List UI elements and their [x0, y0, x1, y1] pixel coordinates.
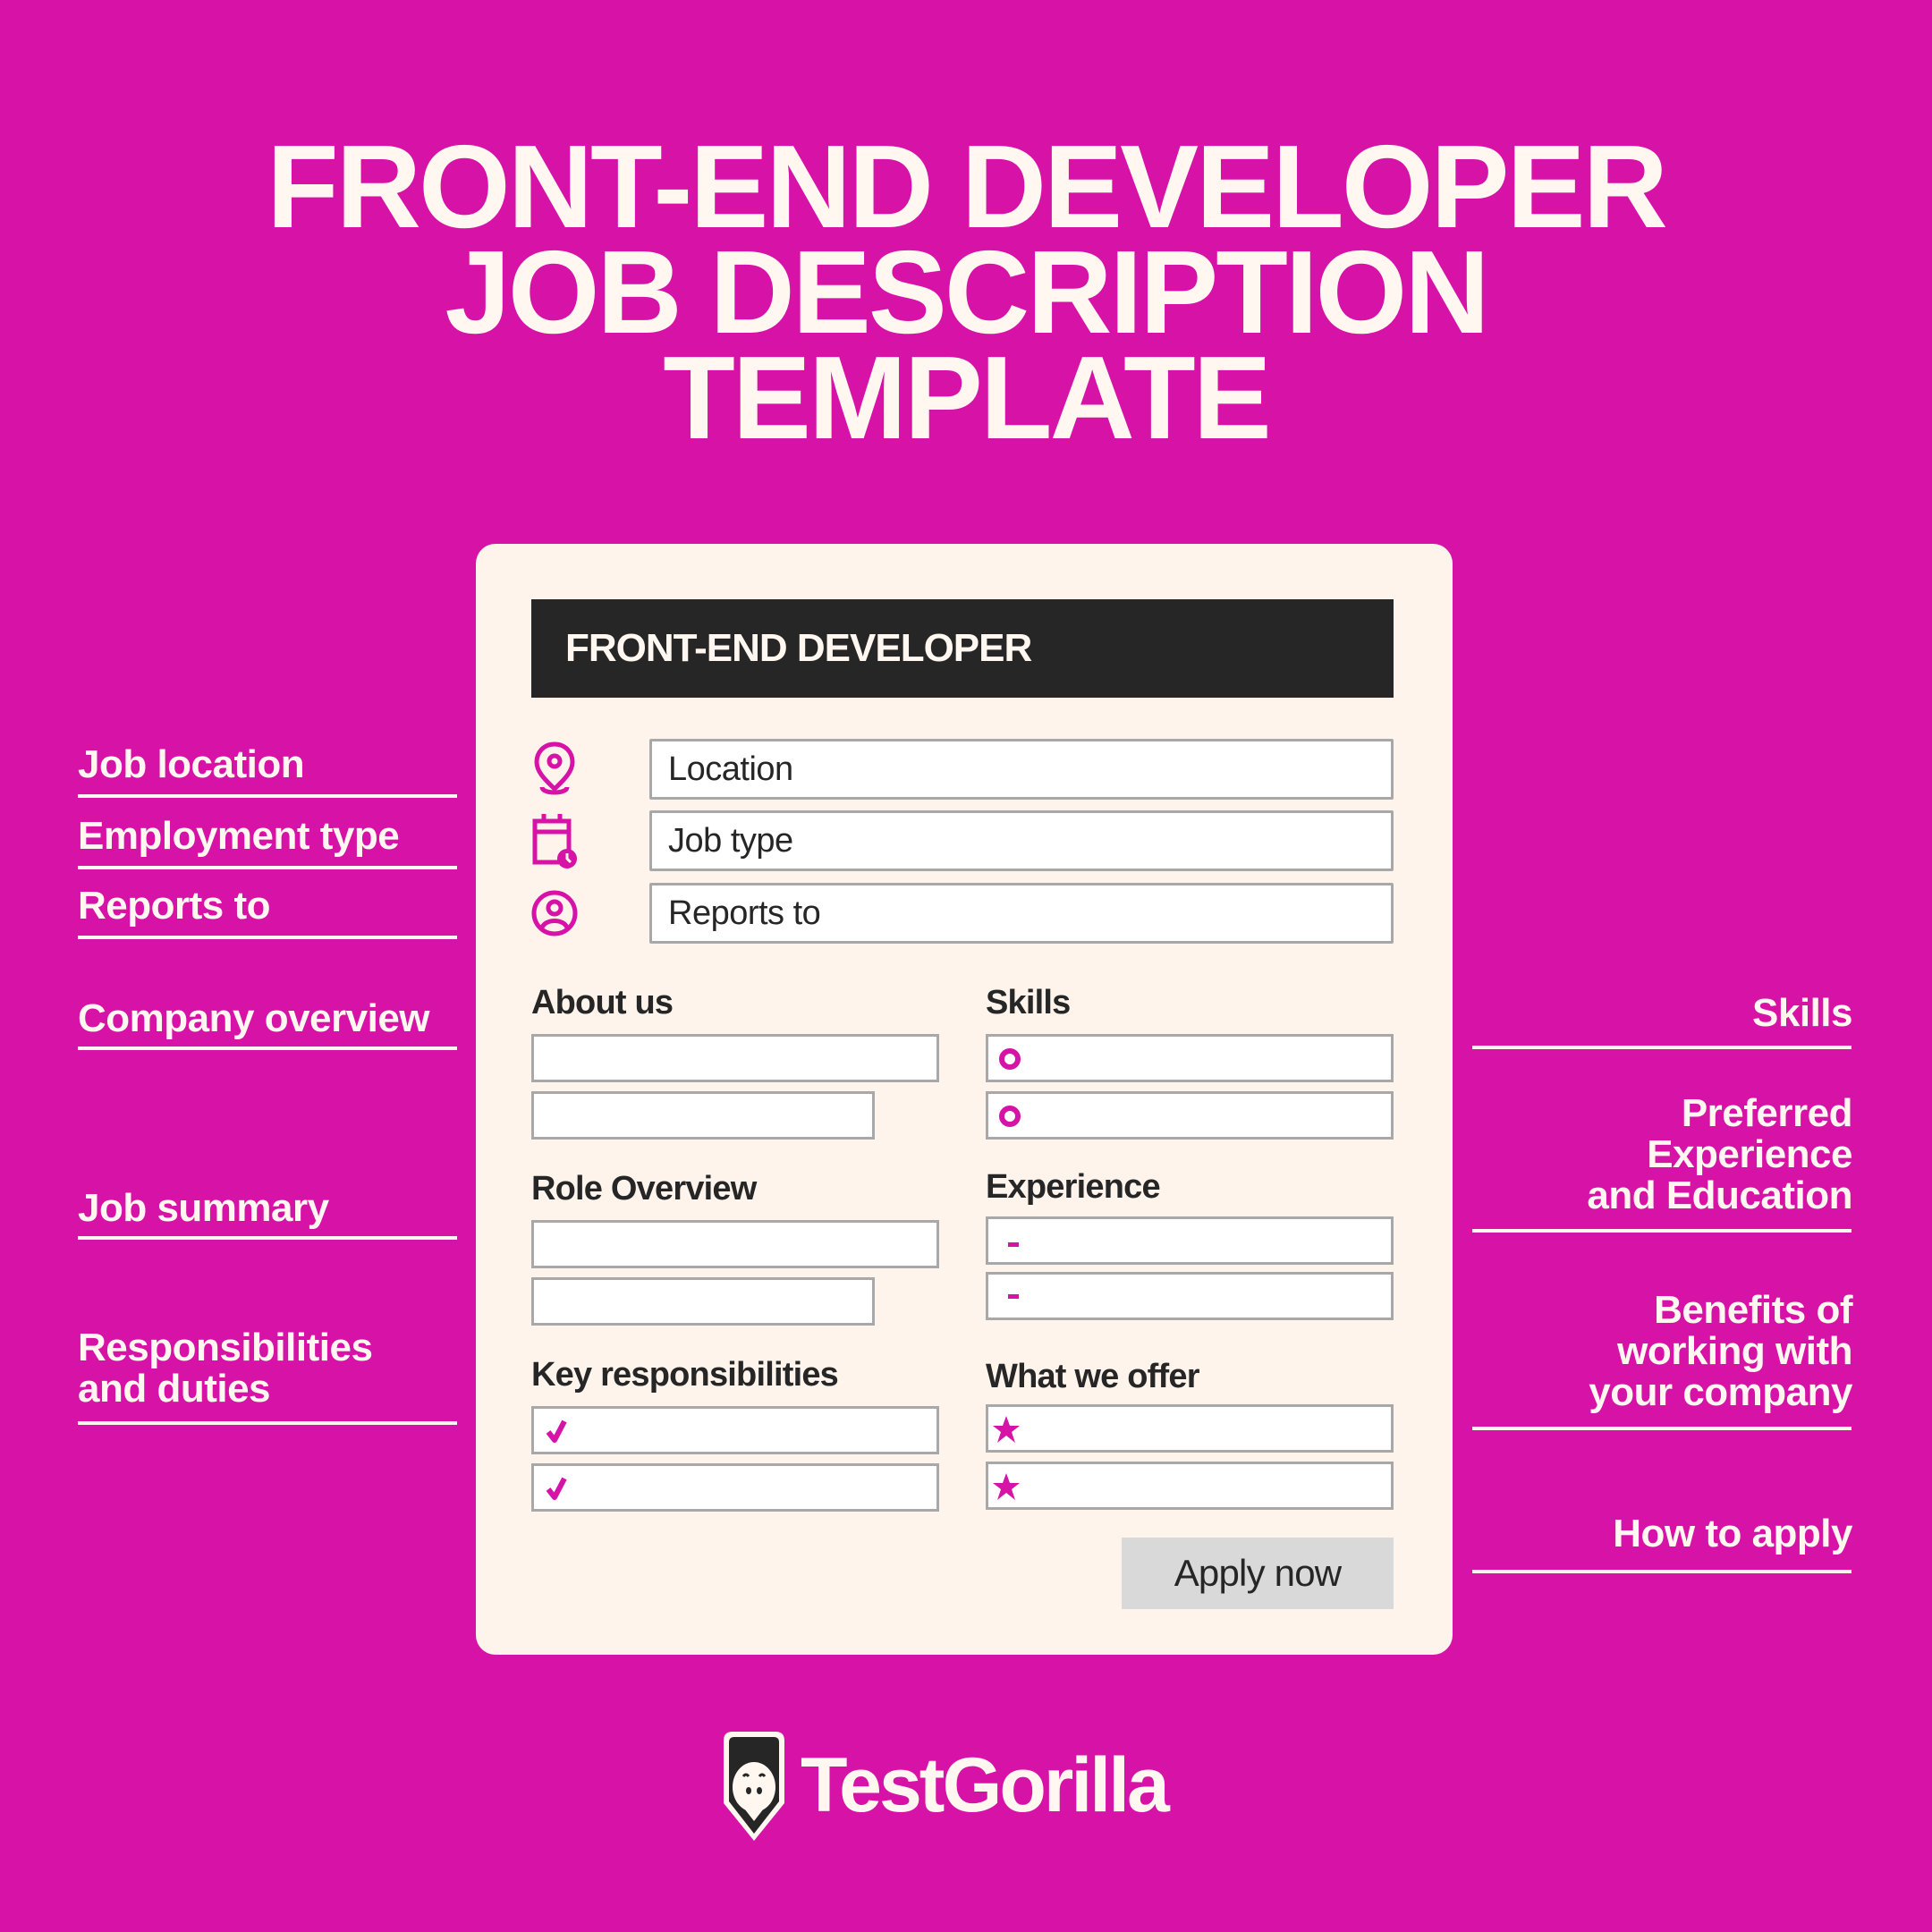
label-reports-to: Reports to	[78, 884, 271, 928]
experience-field-1[interactable]	[986, 1216, 1394, 1265]
skills-heading: Skills	[986, 984, 1071, 1021]
label-responsibilities: Responsibilities and duties	[78, 1326, 373, 1411]
label-underline	[1472, 1229, 1852, 1233]
apply-now-button[interactable]: Apply now	[1122, 1538, 1394, 1609]
info-row-job-type: Job type	[531, 810, 1394, 871]
star-icon	[993, 1416, 1020, 1443]
ring-bullet-icon	[999, 1106, 1021, 1127]
offer-field-1[interactable]	[986, 1404, 1394, 1453]
calendar-clock-icon	[532, 814, 577, 869]
label-job-summary: Job summary	[78, 1186, 329, 1230]
ring-bullet-icon	[999, 1048, 1021, 1070]
label-preferred-experience: Preferred Experience and Education	[1587, 1091, 1852, 1217]
label-employment-type: Employment type	[78, 814, 400, 858]
offer-field-2[interactable]	[986, 1462, 1394, 1510]
what-we-offer-heading: What we offer	[986, 1358, 1200, 1395]
role-overview-field-2[interactable]	[531, 1277, 875, 1326]
label-company-overview: Company overview	[78, 996, 430, 1040]
checkmark-icon	[546, 1477, 567, 1500]
skills-field-1[interactable]	[986, 1034, 1394, 1082]
skills-field-2[interactable]	[986, 1091, 1394, 1140]
checkmark-icon	[546, 1419, 567, 1443]
card-header: FRONT-END DEVELOPER	[531, 599, 1394, 698]
label-benefits: Benefits of working with your company	[1589, 1288, 1852, 1414]
role-overview-heading: Role Overview	[531, 1170, 757, 1208]
info-row-reports-to: Reports to	[531, 883, 1394, 944]
role-overview-field-1[interactable]	[531, 1220, 939, 1268]
title-line-3: TEMPLATE	[663, 332, 1272, 463]
about-us-field-2[interactable]	[531, 1091, 875, 1140]
logo-text: TestGorilla	[801, 1742, 1170, 1828]
experience-heading: Experience	[986, 1168, 1161, 1206]
job-description-card: FRONT-END DEVELOPER Location Job type Re…	[476, 544, 1453, 1655]
label-underline	[78, 1236, 457, 1240]
label-underline	[78, 936, 457, 939]
location-pin-icon	[534, 741, 575, 795]
label-underline	[78, 1421, 457, 1425]
label-job-location: Job location	[78, 742, 305, 786]
about-us-field-1[interactable]	[531, 1034, 939, 1082]
dash-bullet-icon	[1008, 1294, 1019, 1299]
star-icon	[993, 1473, 1020, 1500]
label-underline	[1472, 1046, 1852, 1049]
info-row-location: Location	[531, 739, 1394, 800]
label-underline	[78, 866, 457, 869]
label-underline	[1472, 1427, 1852, 1430]
label-skills: Skills	[1752, 991, 1852, 1035]
label-underline	[78, 1046, 457, 1050]
label-how-to-apply: How to apply	[1613, 1512, 1852, 1555]
label-underline	[78, 794, 457, 798]
gorilla-logo-icon	[724, 1732, 784, 1841]
user-circle-icon	[531, 890, 578, 936]
about-us-heading: About us	[531, 984, 674, 1021]
testgorilla-logo: TestGorilla	[720, 1728, 1221, 1844]
responsibility-field-1[interactable]	[531, 1406, 939, 1454]
job-type-field[interactable]: Job type	[649, 810, 1394, 871]
label-underline	[1472, 1570, 1852, 1573]
page-title: FRONT-END DEVELOPER JOB DESCRIPTION TEMP…	[0, 121, 1932, 463]
experience-field-2[interactable]	[986, 1272, 1394, 1320]
key-responsibilities-heading: Key responsibilities	[531, 1356, 839, 1394]
reports-to-field[interactable]: Reports to	[649, 883, 1394, 944]
responsibility-field-2[interactable]	[531, 1463, 939, 1512]
title-line-2: JOB DESCRIPTION	[445, 226, 1489, 358]
title-line-1: FRONT-END DEVELOPER	[267, 121, 1668, 252]
location-field[interactable]: Location	[649, 739, 1394, 800]
dash-bullet-icon	[1008, 1242, 1019, 1247]
